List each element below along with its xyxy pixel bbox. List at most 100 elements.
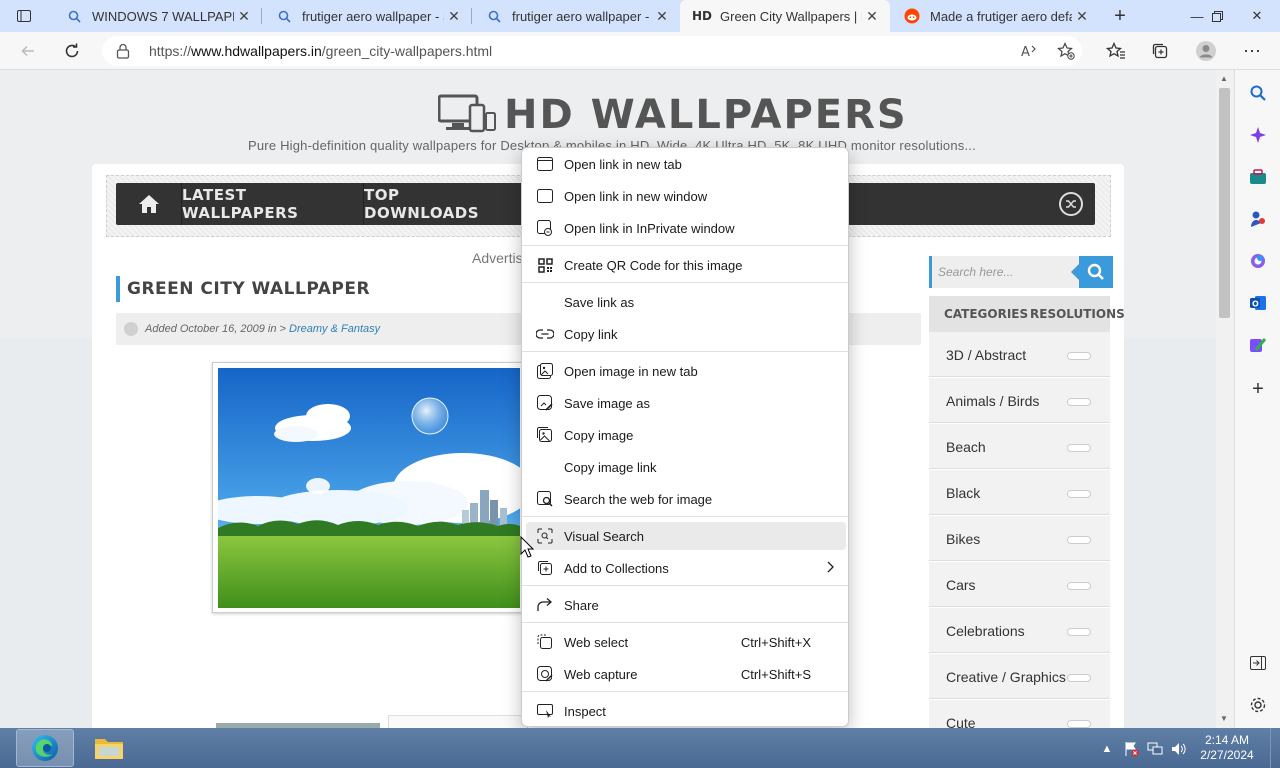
- tray-expand-icon[interactable]: ▲: [1098, 740, 1116, 758]
- category-item[interactable]: Creative / Graphics: [929, 654, 1110, 699]
- category-item[interactable]: Beach: [929, 424, 1110, 469]
- hide-sidebar-icon[interactable]: [1247, 652, 1269, 674]
- category-link[interactable]: Dreamy & Fantasy: [289, 323, 380, 335]
- menu-create-qr-code[interactable]: Create QR Code for this image: [526, 251, 846, 279]
- more-options-icon[interactable]: ⋯: [1240, 39, 1264, 63]
- system-clock[interactable]: 2:14 AM 2/27/2024: [1196, 733, 1258, 763]
- shortcut-web-capture: Ctrl+Shift+S: [740, 666, 811, 682]
- designer-icon[interactable]: [1247, 334, 1269, 356]
- tab-close-icon[interactable]: ✕: [444, 6, 464, 26]
- new-window-icon: [536, 187, 554, 205]
- svg-text:O: O: [1252, 300, 1259, 309]
- edge-browser-icon[interactable]: [16, 729, 74, 767]
- menu-share[interactable]: Share: [526, 591, 846, 619]
- category-item[interactable]: Celebrations: [929, 608, 1110, 653]
- category-item[interactable]: Animals / Birds: [929, 378, 1110, 423]
- scroll-down-icon[interactable]: ▼: [1220, 714, 1228, 723]
- wallpaper-image[interactable]: [218, 368, 520, 608]
- tab-close-icon[interactable]: ✕: [652, 6, 672, 26]
- home-icon[interactable]: [116, 183, 182, 225]
- svg-text:A: A: [1021, 45, 1030, 59]
- close-window-icon[interactable]: ✕: [1234, 0, 1280, 32]
- settings-gear-icon[interactable]: [1247, 694, 1269, 716]
- menu-copy-image[interactable]: Copy image: [526, 421, 846, 449]
- tab-close-icon[interactable]: ✕: [1072, 6, 1092, 26]
- tab-title: WINDOWS 7 WALLPAPER: [92, 8, 234, 24]
- new-tab-icon: [536, 155, 554, 173]
- nav-latest-wallpapers[interactable]: LATEST WALLPAPERS: [182, 183, 364, 225]
- search-button[interactable]: [1071, 256, 1113, 288]
- copy-image-icon: [536, 426, 554, 444]
- collections-icon: [536, 559, 554, 577]
- wallpaper-preview[interactable]: [212, 362, 524, 613]
- tab-frutiger-1[interactable]: frutiger aero wallpaper - S ✕: [262, 0, 472, 32]
- reddit-icon: [904, 8, 920, 24]
- menu-search-web-for-image[interactable]: Search the web for image: [526, 485, 846, 513]
- microsoft-365-icon[interactable]: [1247, 250, 1269, 272]
- menu-open-link-new-window[interactable]: Open link in new window: [526, 182, 846, 210]
- scroll-up-icon[interactable]: ▲: [1220, 74, 1228, 83]
- games-icon[interactable]: [1247, 208, 1269, 230]
- tab-close-icon[interactable]: ✕: [862, 6, 882, 26]
- shuffle-icon[interactable]: [1059, 192, 1083, 216]
- menu-copy-image-link[interactable]: Copy image link: [526, 453, 846, 481]
- tab-title: Made a frutiger aero defa: [930, 8, 1072, 24]
- site-search: Search here...: [929, 256, 1113, 288]
- tab-frutiger-2[interactable]: frutiger aero wallpaper - S ✕: [472, 0, 680, 32]
- menu-add-to-collections[interactable]: Add to Collections: [526, 554, 846, 582]
- sidebar-tabs: CATEGORIES RESOLUTIONS: [929, 296, 1125, 332]
- qr-code-icon: [536, 256, 554, 274]
- menu-open-link-inprivate[interactable]: Open link in InPrivate window: [526, 214, 846, 242]
- page-scrollbar[interactable]: ▲ ▼: [1216, 70, 1234, 728]
- menu-visual-search[interactable]: Visual Search: [526, 522, 846, 550]
- link-icon: [536, 325, 554, 343]
- refresh-icon[interactable]: [58, 37, 86, 65]
- menu-save-image-as[interactable]: Save image as: [526, 389, 846, 417]
- action-center-flag-icon[interactable]: [1122, 740, 1140, 758]
- menu-web-capture[interactable]: Web capture Ctrl+Shift+S: [526, 660, 846, 688]
- site-logo[interactable]: HD WALLPAPERS: [437, 92, 908, 138]
- address-bar[interactable]: https://www.hdwallpapers.in/green_city-w…: [102, 36, 1082, 66]
- menu-open-link-new-tab[interactable]: Open link in new tab: [526, 150, 846, 178]
- search-input[interactable]: Search here...: [929, 256, 1079, 288]
- add-sidebar-app-icon[interactable]: +: [1247, 378, 1269, 400]
- lock-icon: [116, 43, 130, 64]
- tab-resolutions[interactable]: RESOLUTIONS: [1030, 296, 1125, 332]
- network-icon[interactable]: [1146, 740, 1164, 758]
- new-tab-icon[interactable]: +: [1108, 4, 1132, 28]
- tab-green-city[interactable]: HD Green City Wallpapers | H ✕: [680, 0, 890, 32]
- category-item[interactable]: Black: [929, 470, 1110, 515]
- tab-windows7[interactable]: WINDOWS 7 WALLPAPER ✕: [52, 0, 262, 32]
- back-arrow-icon[interactable]: [14, 37, 42, 65]
- profile-avatar-icon[interactable]: [1194, 39, 1218, 63]
- tab-reddit[interactable]: Made a frutiger aero defa ✕: [890, 0, 1100, 32]
- edge-sidebar: O +: [1234, 70, 1280, 728]
- menu-copy-link[interactable]: Copy link: [526, 320, 846, 348]
- file-explorer-icon[interactable]: [80, 729, 138, 767]
- menu-open-image-new-tab[interactable]: Open image in new tab: [526, 357, 846, 385]
- tab-close-icon[interactable]: ✕: [234, 6, 254, 26]
- search-icon[interactable]: [1247, 82, 1269, 104]
- favorites-icon[interactable]: [1104, 39, 1128, 63]
- copilot-sparkle-icon[interactable]: [1247, 124, 1269, 146]
- collections-icon[interactable]: [1148, 39, 1172, 63]
- tab-categories[interactable]: CATEGORIES: [944, 296, 1028, 332]
- category-item[interactable]: Bikes: [929, 516, 1110, 561]
- save-image-icon: [536, 394, 554, 412]
- volume-icon[interactable]: [1170, 740, 1188, 758]
- tab-actions-icon[interactable]: [8, 4, 40, 28]
- category-item[interactable]: Cute: [929, 700, 1110, 728]
- category-item[interactable]: Cars: [929, 562, 1110, 607]
- add-favorite-icon[interactable]: [1054, 39, 1078, 63]
- outlook-icon[interactable]: O: [1247, 292, 1269, 314]
- menu-web-select[interactable]: Web select Ctrl+Shift+X: [526, 628, 846, 656]
- show-desktop-button[interactable]: [1270, 728, 1280, 768]
- category-item[interactable]: 3D / Abstract: [929, 332, 1110, 377]
- scroll-thumb[interactable]: [1219, 88, 1230, 318]
- advertisement-label: Advertis: [472, 250, 523, 266]
- menu-save-link-as[interactable]: Save link as: [526, 288, 846, 316]
- shopping-icon[interactable]: [1247, 166, 1269, 188]
- read-aloud-icon[interactable]: A: [1018, 39, 1042, 63]
- nav-top-downloads[interactable]: TOP DOWNLOADS: [364, 183, 520, 225]
- menu-inspect[interactable]: Inspect: [526, 697, 846, 725]
